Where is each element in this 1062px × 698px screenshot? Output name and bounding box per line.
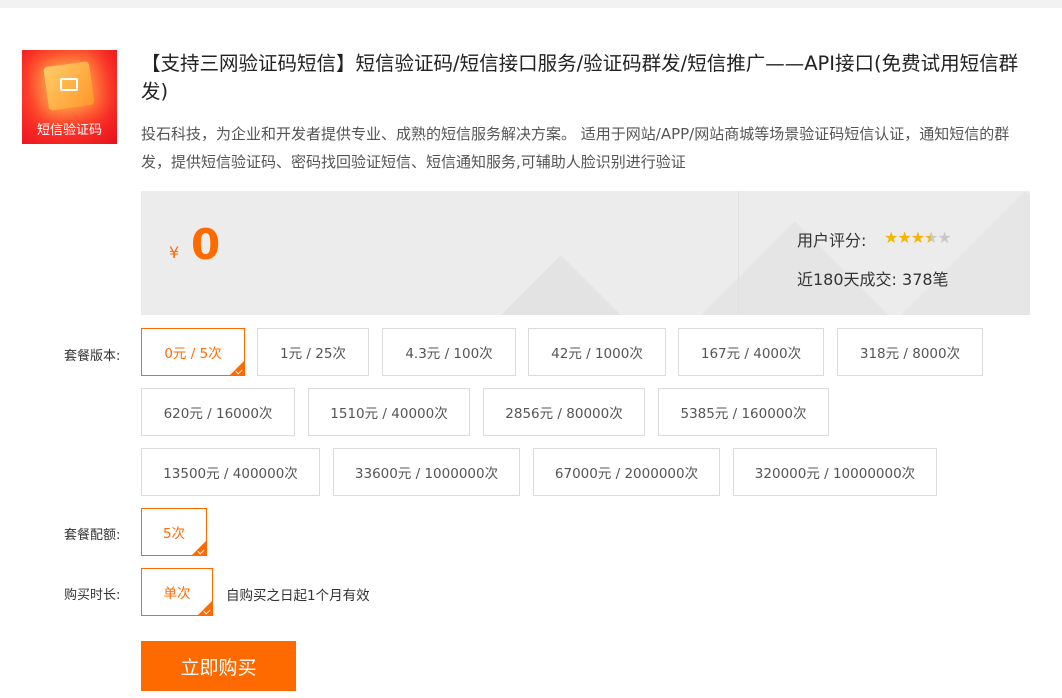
star-icon: ★ (884, 228, 898, 247)
panel-divider (738, 191, 739, 315)
duration-label: 购买时长: (64, 588, 121, 603)
product-title: 【支持三网验证码短信】短信验证码/短信接口服务/验证码群发/短信推广——API接… (141, 52, 1019, 103)
product-thumbnail: 短信验证码 (22, 50, 117, 144)
validity-note: 自购买之日起1个月有效 (226, 588, 370, 604)
star-icon: ★ (924, 228, 938, 247)
decor-triangle (501, 255, 621, 315)
package-version-option[interactable]: 1510元 / 40000次 (308, 388, 470, 436)
decor-triangle (901, 191, 1030, 315)
package-version-option-label: 33600元 / 1000000次 (354, 466, 499, 482)
package-version-option-label: 42元 / 1000次 (551, 346, 643, 362)
star-icon: ★ (910, 228, 925, 247)
package-version-option[interactable]: 0元 / 5次 (141, 328, 245, 376)
package-version-option-label: 4.3元 / 100次 (405, 346, 493, 362)
package-version-option[interactable]: 5385元 / 160000次 (658, 388, 829, 436)
package-version-option[interactable]: 13500元 / 400000次 (141, 448, 320, 496)
package-version-option-label: 1元 / 25次 (280, 346, 346, 362)
package-version-option[interactable]: 4.3元 / 100次 (382, 328, 516, 376)
package-version-option-label: 0元 / 5次 (164, 346, 222, 362)
package-version-option[interactable]: 318元 / 8000次 (837, 328, 983, 376)
package-version-option[interactable]: 1元 / 25次 (257, 328, 369, 376)
rating-stars: ★★★★★ (884, 228, 952, 247)
quota-option-label: 5次 (162, 526, 186, 542)
package-version-option-label: 620元 / 16000次 (163, 406, 273, 422)
package-version-option-label: 1510元 / 40000次 (330, 406, 448, 422)
package-version-option[interactable]: 33600元 / 1000000次 (333, 448, 520, 496)
rating-label: 用户评分: (797, 231, 867, 250)
package-version-label: 套餐版本: (64, 349, 121, 364)
package-version-option[interactable]: 620元 / 16000次 (141, 388, 295, 436)
package-version-option-label: 13500元 / 400000次 (163, 466, 298, 482)
envelope-icon (60, 78, 78, 91)
package-version-option-label: 67000元 / 2000000次 (554, 466, 699, 482)
package-version-option[interactable]: 42元 / 1000次 (528, 328, 666, 376)
sales-count: 近180天成交: 378笔 (797, 270, 949, 289)
duration-option[interactable]: 单次 (141, 568, 213, 616)
product-description: 投石科技，为企业和开发者提供专业、成熟的短信服务解决方案。 适用于网站/APP/… (141, 125, 1010, 171)
package-quota-label: 套餐配额: (64, 528, 121, 543)
package-version-option[interactable]: 67000元 / 2000000次 (533, 448, 720, 496)
package-version-option-label: 320000元 / 10000000次 (754, 466, 916, 482)
package-version-option-label: 318元 / 8000次 (859, 346, 961, 362)
package-version-option[interactable]: 320000元 / 10000000次 (733, 448, 937, 496)
package-version-option-label: 2856元 / 80000次 (505, 406, 623, 422)
quota-option[interactable]: 5次 (141, 508, 207, 556)
star-icon: ★ (897, 228, 911, 247)
price-panel: ¥ 0 用户评分: ★★★★★ 近180天成交: 378笔 (141, 191, 1030, 315)
package-version-option[interactable]: 2856元 / 80000次 (483, 388, 645, 436)
currency-symbol: ¥ (169, 243, 180, 262)
duration-option-label: 单次 (163, 586, 191, 602)
package-version-option-label: 167元 / 4000次 (700, 346, 802, 362)
price-value: 0 (191, 220, 221, 269)
thumb-label: 短信验证码 (36, 123, 102, 138)
star-icon: ★ (937, 228, 951, 247)
package-version-option-label: 5385元 / 160000次 (680, 406, 807, 422)
buy-now-button[interactable]: 立即购买 (141, 641, 296, 691)
package-version-option[interactable]: 167元 / 4000次 (678, 328, 824, 376)
top-bar (0, 0, 1062, 8)
